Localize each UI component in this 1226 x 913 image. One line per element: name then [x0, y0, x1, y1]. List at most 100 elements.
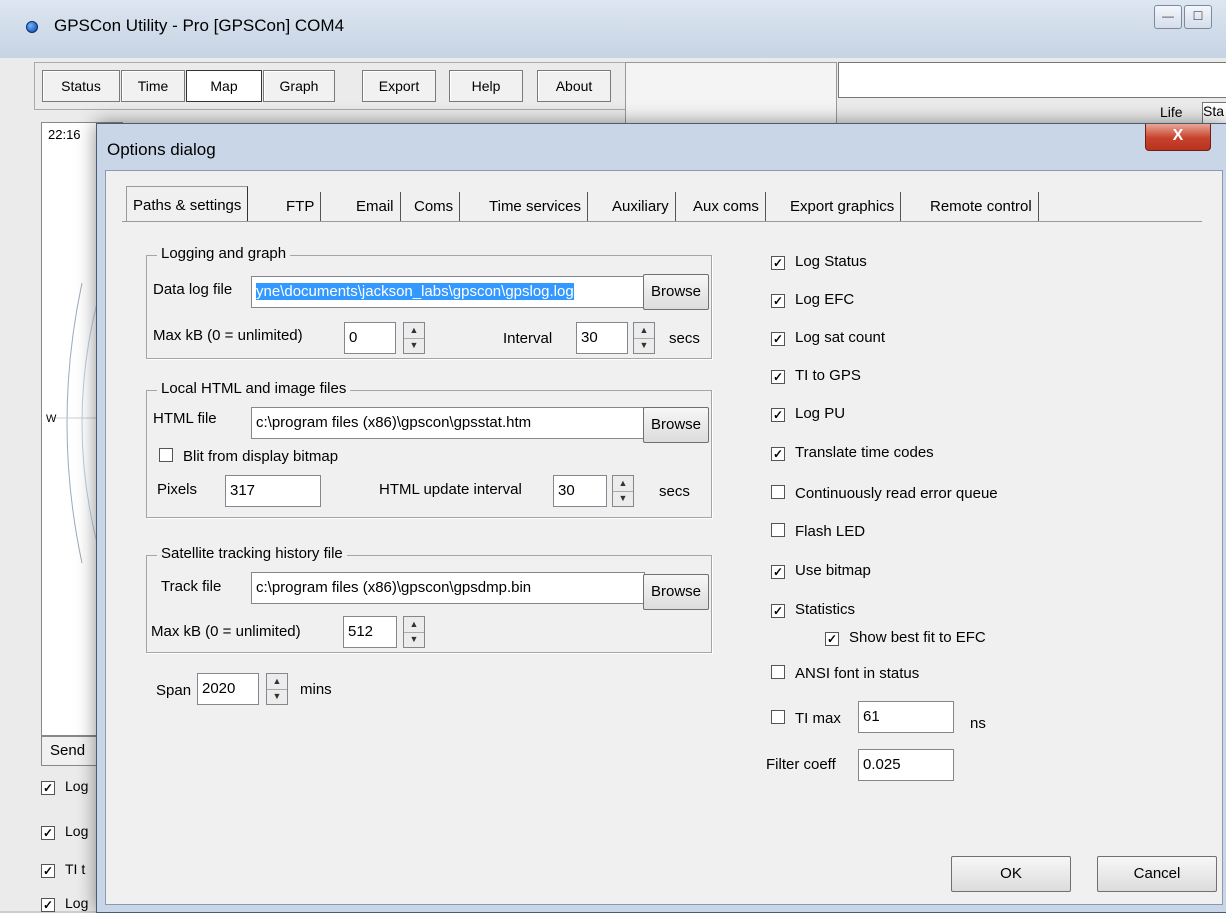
bg-check-3[interactable]: ✓ TI t	[41, 861, 85, 878]
pixels-field[interactable]: 317	[225, 475, 321, 507]
data-log-browse-button[interactable]: Browse	[643, 274, 709, 310]
close-button[interactable]: X	[1145, 124, 1211, 151]
statistics-checkbox[interactable]: ✓ Statistics	[771, 601, 855, 618]
spin-down-icon[interactable]: ▼	[404, 338, 424, 353]
ansi-font-checkbox[interactable]: ANSI font in status	[771, 665, 919, 682]
status-tab-button[interactable]: Status	[42, 70, 120, 102]
spin-down-icon[interactable]: ▼	[267, 689, 287, 704]
checkbox-checked-icon: ✓	[41, 864, 55, 878]
use-bitmap-checkbox[interactable]: ✓ Use bitmap	[771, 562, 871, 579]
ti-max-checkbox[interactable]: TI max	[771, 710, 841, 727]
tab-auxiliary[interactable]: Auxiliary	[606, 192, 676, 221]
html-file-field[interactable]: c:\program files (x86)\gpscon\gpsstat.ht…	[251, 407, 645, 439]
tab-paths-settings[interactable]: Paths & settings	[126, 186, 249, 222]
data-log-label: Data log file	[153, 281, 233, 298]
html-update-field[interactable]: 30	[553, 475, 607, 507]
track-browse-button[interactable]: Browse	[643, 574, 709, 610]
graph-tab-button[interactable]: Graph	[263, 70, 335, 102]
track-file-field[interactable]: c:\program files (x86)\gpscon\gpsdmp.bin	[251, 572, 645, 604]
tab-email[interactable]: Email	[350, 192, 401, 221]
interval-field[interactable]: 30	[576, 322, 628, 354]
option-label: Log Status	[795, 253, 867, 270]
span-label: Span	[156, 682, 192, 699]
spin-up-icon[interactable]: ▲	[404, 617, 424, 633]
spin-down-icon[interactable]: ▼	[634, 338, 654, 353]
checkbox-checked-icon: ✓	[771, 447, 785, 461]
span-unit-label: mins	[300, 681, 332, 698]
bg-check-2[interactable]: ✓ Log	[41, 823, 88, 840]
dialog-client: Paths & settings FTP Email Coms Time ser…	[105, 170, 1223, 905]
log-pu-checkbox[interactable]: ✓ Log PU	[771, 405, 845, 422]
max-kb-spinner[interactable]: ▲ ▼	[403, 322, 425, 354]
spin-up-icon[interactable]: ▲	[613, 476, 633, 492]
blit-checkbox[interactable]: Blit from display bitmap	[159, 448, 338, 465]
spin-down-icon[interactable]: ▼	[613, 491, 633, 506]
spin-up-icon[interactable]: ▲	[404, 323, 424, 339]
status-panel	[625, 62, 837, 124]
minimize-button[interactable]: —	[1154, 5, 1182, 29]
maximize-button[interactable]: ☐	[1184, 5, 1212, 29]
tab-ftp[interactable]: FTP	[280, 192, 322, 221]
tab-coms[interactable]: Coms	[408, 192, 461, 221]
help-button[interactable]: Help	[449, 70, 523, 102]
option-label: Flash LED	[795, 523, 866, 540]
spin-up-icon[interactable]: ▲	[634, 323, 654, 339]
log-efc-checkbox[interactable]: ✓ Log EFC	[771, 291, 854, 308]
spin-down-icon[interactable]: ▼	[404, 632, 424, 647]
checkbox-checked-icon: ✓	[771, 256, 785, 270]
tab-time-services[interactable]: Time services	[483, 192, 588, 221]
option-label: Continuously read error queue	[795, 485, 998, 502]
data-log-field[interactable]: yne\documents\jackson_labs\gpscon\gpslog…	[251, 276, 645, 308]
about-button[interactable]: About	[537, 70, 611, 102]
interval-spinner[interactable]: ▲ ▼	[633, 322, 655, 354]
bg-check-1[interactable]: ✓ Log	[41, 778, 88, 795]
html-update-spinner[interactable]: ▲ ▼	[612, 475, 634, 507]
checkbox-checked-icon: ✓	[41, 898, 55, 912]
track-max-kb-spinner[interactable]: ▲ ▼	[403, 616, 425, 648]
tab-export-graphics[interactable]: Export graphics	[784, 192, 902, 221]
checkbox-checked-icon: ✓	[771, 370, 785, 384]
log-sat-count-checkbox[interactable]: ✓ Log sat count	[771, 329, 885, 346]
track-max-kb-label: Max kB (0 = unlimited)	[151, 623, 301, 640]
option-label: TI to GPS	[795, 367, 861, 384]
status-text-field	[838, 62, 1226, 98]
group-title: Local HTML and image files	[157, 380, 351, 397]
export-button[interactable]: Export	[362, 70, 436, 102]
track-group: Satellite tracking history file Track fi…	[146, 545, 712, 653]
track-max-kb-field[interactable]: 512	[343, 616, 397, 648]
read-error-queue-checkbox[interactable]: Continuously read error queue	[771, 485, 998, 502]
checkbox-unchecked-icon	[771, 665, 785, 679]
option-label: ANSI font in status	[795, 665, 920, 682]
max-kb-field[interactable]: 0	[344, 322, 396, 354]
map-tab-button[interactable]: Map	[186, 70, 262, 102]
time-tab-button[interactable]: Time	[121, 70, 185, 102]
blit-label: Blit from display bitmap	[183, 448, 339, 465]
html-browse-button[interactable]: Browse	[643, 407, 709, 443]
translate-time-codes-checkbox[interactable]: ✓ Translate time codes	[771, 444, 934, 461]
bg-check-label: Log	[65, 823, 89, 839]
ok-button[interactable]: OK	[951, 856, 1071, 892]
tab-remote-control[interactable]: Remote control	[924, 192, 1039, 221]
data-log-value: yne\documents\jackson_labs\gpscon\gpslog…	[256, 283, 574, 300]
life-field[interactable]: Sta	[1202, 102, 1226, 124]
ti-max-label: TI max	[795, 710, 841, 727]
bg-check-4[interactable]: ✓ Log	[41, 895, 88, 912]
checkbox-checked-icon: ✓	[771, 565, 785, 579]
flash-led-checkbox[interactable]: Flash LED	[771, 523, 865, 540]
html-update-label: HTML update interval	[379, 481, 522, 498]
filter-coeff-field[interactable]: 0.025	[858, 749, 954, 781]
log-status-checkbox[interactable]: ✓ Log Status	[771, 253, 867, 270]
ti-to-gps-checkbox[interactable]: ✓ TI to GPS	[771, 367, 861, 384]
checkbox-unchecked-icon	[771, 485, 785, 499]
bg-check-label: Log	[65, 895, 89, 911]
tab-aux-coms[interactable]: Aux coms	[687, 192, 766, 221]
filter-coeff-label: Filter coeff	[766, 756, 836, 773]
span-spinner[interactable]: ▲ ▼	[266, 673, 288, 705]
ti-max-field[interactable]: 61	[858, 701, 954, 733]
html-file-label: HTML file	[153, 410, 217, 427]
spin-up-icon[interactable]: ▲	[267, 674, 287, 690]
span-field[interactable]: 2020	[197, 673, 259, 705]
show-best-fit-checkbox[interactable]: ✓ Show best fit to EFC	[825, 629, 986, 646]
option-label: Log EFC	[795, 291, 855, 308]
cancel-button[interactable]: Cancel	[1097, 856, 1217, 892]
